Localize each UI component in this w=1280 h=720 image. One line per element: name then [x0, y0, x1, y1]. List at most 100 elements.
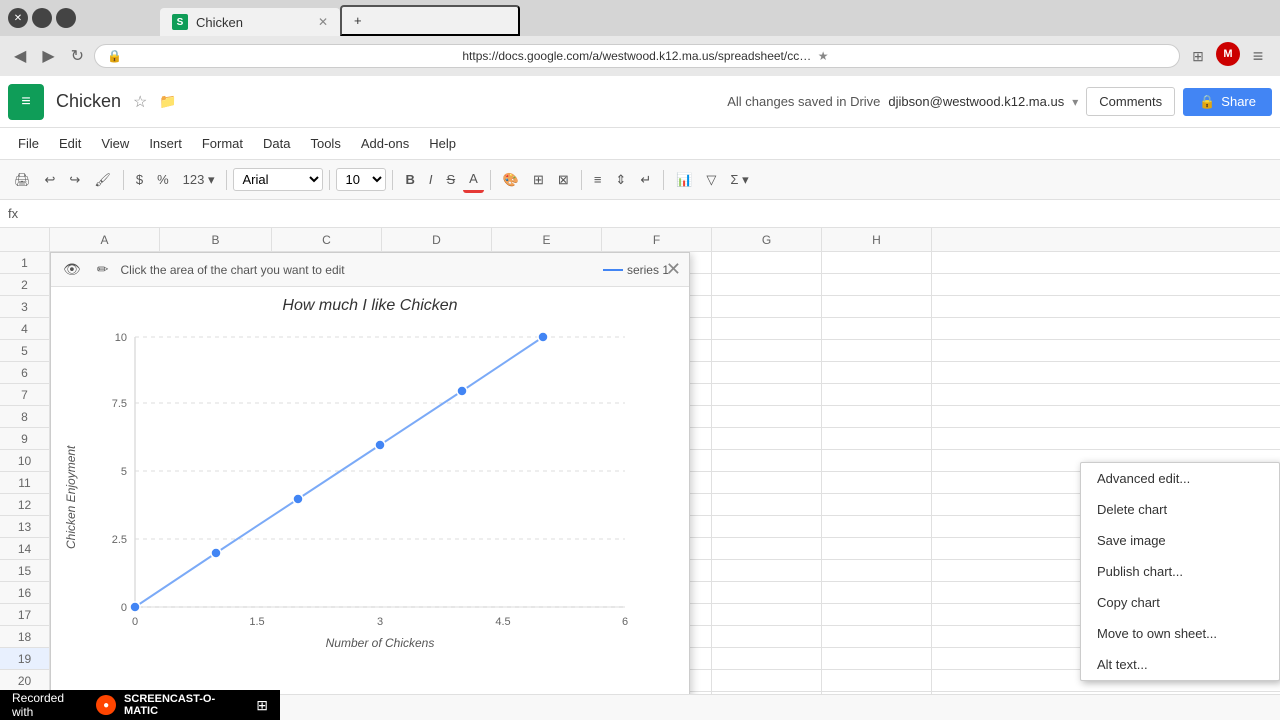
menu-addons[interactable]: Add-ons — [351, 132, 419, 155]
col-header-E[interactable]: E — [492, 228, 602, 251]
cell-G2[interactable] — [712, 274, 822, 295]
cell-H19[interactable] — [822, 648, 932, 669]
cell-H21[interactable] — [822, 692, 932, 694]
cell-G6[interactable] — [712, 362, 822, 383]
cell-H6[interactable] — [822, 362, 932, 383]
cell-G12[interactable] — [712, 494, 822, 515]
col-header-H[interactable]: H — [822, 228, 932, 251]
font-size-selector[interactable]: 10 — [336, 168, 386, 191]
cell-H15[interactable] — [822, 560, 932, 581]
col-header-D[interactable]: D — [382, 228, 492, 251]
chrome-menu-icon[interactable]: ≡ — [1244, 42, 1272, 70]
cell-H9[interactable] — [822, 428, 932, 449]
strikethrough-button[interactable]: S — [440, 168, 461, 191]
col-header-G[interactable]: G — [712, 228, 822, 251]
menu-edit[interactable]: Edit — [49, 132, 91, 155]
cell-G1[interactable] — [712, 252, 822, 273]
menu-format[interactable]: Format — [192, 132, 253, 155]
star-icon[interactable]: ☆ — [133, 92, 147, 112]
wrap-button[interactable]: ↵ — [634, 168, 657, 192]
cell-H3[interactable] — [822, 296, 932, 317]
formula-input[interactable] — [26, 206, 1272, 221]
cell-H2[interactable] — [822, 274, 932, 295]
col-header-F[interactable]: F — [602, 228, 712, 251]
col-header-B[interactable]: B — [160, 228, 272, 251]
cell-G11[interactable] — [712, 472, 822, 493]
back-button[interactable]: ◀ — [8, 42, 32, 70]
bold-button[interactable]: B — [399, 168, 420, 191]
paint-format-button[interactable]: 🖌 — [88, 168, 117, 192]
cell-G16[interactable] — [712, 582, 822, 603]
cell-H18[interactable] — [822, 626, 932, 647]
function-button[interactable]: Σ ▾ — [724, 168, 754, 192]
ctx-move-to-sheet[interactable]: Move to own sheet... — [1081, 618, 1279, 649]
borders-button[interactable]: ⊞ — [527, 168, 550, 192]
ctx-save-image[interactable]: Save image — [1081, 525, 1279, 556]
cell-G19[interactable] — [712, 648, 822, 669]
ctx-advanced-edit[interactable]: Advanced edit... — [1081, 463, 1279, 494]
cell-G21[interactable] — [712, 692, 822, 694]
dollar-format-button[interactable]: $ — [130, 168, 149, 191]
valign-button[interactable]: ⇕ — [609, 168, 632, 192]
cell-H5[interactable] — [822, 340, 932, 361]
window-maximize[interactable] — [56, 8, 76, 28]
refresh-button[interactable]: ↻ — [65, 42, 90, 70]
user-icon[interactable]: M — [1216, 42, 1240, 66]
merge-button[interactable]: ⊠ — [552, 168, 575, 192]
cell-G5[interactable] — [712, 340, 822, 361]
cell-H16[interactable] — [822, 582, 932, 603]
window-controls[interactable]: ✕ — [8, 8, 28, 28]
text-color-button[interactable]: A — [463, 167, 484, 193]
cell-G10[interactable] — [712, 450, 822, 471]
tab-close-icon[interactable]: ✕ — [318, 15, 328, 29]
folder-icon[interactable]: 📁 — [159, 93, 176, 110]
chart-button[interactable]: 📊 — [670, 168, 698, 192]
number-format-button[interactable]: 123 ▾ — [177, 168, 221, 192]
cell-H13[interactable] — [822, 516, 932, 537]
address-bar[interactable]: 🔒 https://docs.google.com/a/westwood.k12… — [94, 44, 1180, 68]
menu-file[interactable]: File — [8, 132, 49, 155]
menu-data[interactable]: Data — [253, 132, 300, 155]
new-tab-button[interactable]: + — [340, 5, 520, 36]
share-button[interactable]: 🔒 Share — [1183, 88, 1272, 116]
cell-H11[interactable] — [822, 472, 932, 493]
redo-button[interactable]: ↪ — [63, 168, 86, 192]
ctx-publish-chart[interactable]: Publish chart... — [1081, 556, 1279, 587]
cell-H20[interactable] — [822, 670, 932, 691]
cell-G7[interactable] — [712, 384, 822, 405]
cell-G9[interactable] — [712, 428, 822, 449]
cell-G14[interactable] — [712, 538, 822, 559]
fill-color-button[interactable]: 🎨 — [497, 168, 525, 192]
cell-G20[interactable] — [712, 670, 822, 691]
ctx-alt-text[interactable]: Alt text... — [1081, 649, 1279, 680]
cell-H14[interactable] — [822, 538, 932, 559]
cell-H7[interactable] — [822, 384, 932, 405]
cell-G4[interactable] — [712, 318, 822, 339]
cell-H1[interactable] — [822, 252, 932, 273]
cell-G13[interactable] — [712, 516, 822, 537]
browser-tab[interactable]: S Chicken ✕ — [160, 8, 340, 36]
comments-button[interactable]: Comments — [1086, 87, 1175, 116]
cell-G18[interactable] — [712, 626, 822, 647]
cell-H12[interactable] — [822, 494, 932, 515]
cell-G8[interactable] — [712, 406, 822, 427]
menu-tools[interactable]: Tools — [300, 132, 350, 155]
extensions-icon[interactable]: ⊞ — [1184, 42, 1212, 70]
font-selector[interactable]: Arial — [233, 168, 323, 191]
cell-G15[interactable] — [712, 560, 822, 581]
menu-insert[interactable]: Insert — [139, 132, 192, 155]
ctx-copy-chart[interactable]: Copy chart — [1081, 587, 1279, 618]
filter-button[interactable]: ▽ — [700, 168, 722, 192]
chart-edit-button[interactable]: ✏ — [93, 257, 113, 282]
cell-H4[interactable] — [822, 318, 932, 339]
chart-view-button[interactable]: 👁 — [59, 257, 85, 282]
col-header-C[interactable]: C — [272, 228, 382, 251]
cell-H17[interactable] — [822, 604, 932, 625]
cell-H8[interactable] — [822, 406, 932, 427]
user-dropdown-icon[interactable]: ▾ — [1072, 95, 1078, 109]
undo-button[interactable]: ↩ — [39, 168, 62, 192]
align-left-button[interactable]: ≡ — [588, 168, 608, 191]
window-minimize[interactable] — [32, 8, 52, 28]
cell-G3[interactable] — [712, 296, 822, 317]
percent-format-button[interactable]: % — [151, 168, 175, 191]
